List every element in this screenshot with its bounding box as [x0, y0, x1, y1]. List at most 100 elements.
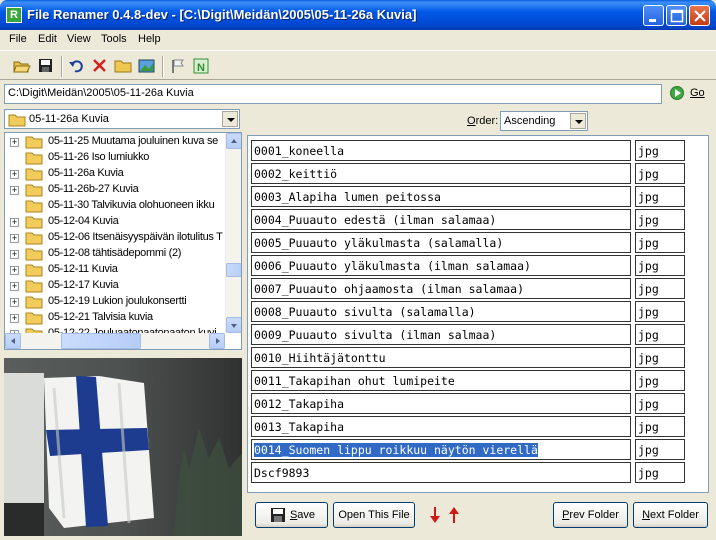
maximize-button[interactable] [666, 5, 687, 26]
file-extension-input[interactable]: jpg [635, 439, 685, 460]
menu-edit[interactable]: Edit [38, 33, 57, 45]
tree-item[interactable]: +05-12-17 Kuvia [5, 278, 227, 294]
tree-vertical-scrollbar[interactable] [225, 133, 241, 333]
tree-item[interactable]: +05-12-06 Itsenäisyyspäivän ilotulitus T [5, 230, 227, 246]
file-extension-input[interactable]: jpg [635, 393, 685, 414]
file-name-input[interactable]: 0013_Takapiha [251, 416, 631, 437]
file-name-input[interactable]: 0014_Suomen lippu roikkuu näytön vierell… [251, 439, 631, 460]
file-name-input[interactable]: 0003_Alapiha lumen peitossa [251, 186, 631, 207]
file-extension-input[interactable]: jpg [635, 301, 685, 322]
expand-icon[interactable]: + [10, 250, 19, 259]
scroll-down-button[interactable] [226, 317, 241, 333]
toolbar: N [0, 50, 716, 80]
file-name-input[interactable]: 0004_Puuauto edestä (ilman salamaa) [251, 209, 631, 230]
tree-item[interactable]: +05-12-11 Kuvia [5, 262, 227, 278]
tree-item[interactable]: +05-12-21 Talvisia kuvia [5, 310, 227, 326]
go-arrow-icon [670, 86, 684, 100]
open-this-file-button[interactable]: Open This File [333, 502, 415, 528]
title-bar[interactable]: R File Renamer 0.4.8-dev - [C:\Digit\Mei… [0, 0, 716, 30]
file-extension-input[interactable]: jpg [635, 255, 685, 276]
undo-icon[interactable] [67, 57, 87, 75]
delete-icon[interactable] [90, 57, 110, 75]
menu-help[interactable]: Help [138, 33, 161, 45]
file-extension-input[interactable]: jpg [635, 232, 685, 253]
file-name-input[interactable]: 0012_Takapiha [251, 393, 631, 414]
file-row: 0010_Hiihtäjätonttu jpg [251, 347, 685, 369]
move-up-arrow-icon[interactable] [447, 505, 461, 525]
tree-item[interactable]: +05-12-08 tähtisädepommi (2) [5, 246, 227, 262]
file-extension-input[interactable]: jpg [635, 324, 685, 345]
next-folder-button[interactable]: Next Folder [633, 502, 708, 528]
file-extension-input[interactable]: jpg [635, 209, 685, 230]
path-input[interactable]: C:\Digit\Meidän\2005\05-11-26a Kuvia [4, 84, 662, 104]
move-down-arrow-icon[interactable] [428, 505, 442, 525]
open-folder-icon[interactable] [12, 57, 32, 75]
scroll-right-button[interactable] [209, 333, 225, 349]
tree-item[interactable]: +05-12-19 Lukion joulukonsertti [5, 294, 227, 310]
prev-folder-button[interactable]: Prev Folder [553, 502, 628, 528]
scroll-up-button[interactable] [226, 133, 241, 149]
file-row: 0014_Suomen lippu roikkuu näytön vierell… [251, 439, 685, 461]
chevron-down-icon[interactable] [222, 111, 238, 127]
save-icon[interactable] [36, 57, 56, 75]
expand-icon[interactable]: + [10, 298, 19, 307]
file-extension-input[interactable]: jpg [635, 140, 685, 161]
file-name-input[interactable]: 0005_Puuauto yläkulmasta (salamalla) [251, 232, 631, 253]
tree-item[interactable]: +05-11-26a Kuvia [5, 166, 227, 182]
expand-icon[interactable]: + [10, 170, 19, 179]
folder-tree[interactable]: +05-11-25 Muutama jouluinen kuva se 05-11… [4, 132, 242, 350]
close-button[interactable] [689, 5, 710, 26]
folder-dropdown[interactable]: 05-11-26a Kuvia [4, 109, 240, 129]
tree-horizontal-scrollbar[interactable] [5, 333, 225, 349]
minimize-button[interactable] [643, 5, 664, 26]
expand-icon[interactable]: + [10, 186, 19, 195]
go-button[interactable]: Go [668, 84, 710, 104]
menu-file[interactable]: File [9, 33, 27, 45]
file-name-input[interactable]: 0009_Puuauto sivulta (ilman salmaa) [251, 324, 631, 345]
file-name-input[interactable]: 0006_Puuauto yläkulmasta (ilman salamaa) [251, 255, 631, 276]
folder-icon[interactable] [113, 57, 133, 75]
scroll-thumb[interactable] [226, 263, 241, 277]
tree-item-label: 05-12-11 Kuvia [48, 263, 118, 275]
tree-item[interactable]: +05-11-26b-27 Kuvia [5, 182, 227, 198]
menu-tools[interactable]: Tools [101, 33, 127, 45]
menu-view[interactable]: View [67, 33, 91, 45]
file-extension-input[interactable]: jpg [635, 347, 685, 368]
file-name-input[interactable]: 0011_Takapihan ohut lumipeite [251, 370, 631, 391]
n-icon[interactable]: N [191, 57, 211, 75]
file-name-input[interactable]: 0010_Hiihtäjätonttu [251, 347, 631, 368]
app-icon: R [6, 7, 22, 23]
file-extension-input[interactable]: jpg [635, 278, 685, 299]
order-label: Order: [467, 115, 499, 127]
file-extension-input[interactable]: jpg [635, 416, 685, 437]
expand-icon[interactable]: + [10, 234, 19, 243]
file-row: 0001_koneella jpg [251, 140, 685, 162]
file-name-input[interactable]: 0001_koneella [251, 140, 631, 161]
file-name-input[interactable]: 0002_keittiö [251, 163, 631, 184]
expand-icon[interactable]: + [10, 138, 19, 147]
file-extension-input[interactable]: jpg [635, 370, 685, 391]
order-select[interactable]: Ascending [500, 111, 588, 131]
tree-item[interactable]: 05-11-26 Iso lumiukko [5, 150, 227, 166]
chevron-down-icon[interactable] [570, 113, 586, 129]
file-extension-input[interactable]: jpg [635, 186, 685, 207]
scroll-thumb[interactable] [61, 333, 141, 349]
file-extension-input[interactable]: jpg [635, 163, 685, 184]
expand-icon[interactable]: + [10, 314, 19, 323]
expand-icon[interactable]: + [10, 266, 19, 275]
file-extension-input[interactable]: jpg [635, 462, 685, 483]
scroll-left-button[interactable] [5, 333, 21, 349]
expand-icon[interactable]: + [10, 282, 19, 291]
expand-icon[interactable]: + [10, 218, 19, 227]
image-icon[interactable] [137, 57, 157, 75]
file-name-input[interactable]: 0008_Puuauto sivulta (salamalla) [251, 301, 631, 322]
file-row: Dscf9893 jpg [251, 462, 685, 484]
tree-item-label: 05-11-26a Kuvia [48, 167, 124, 179]
tree-item[interactable]: +05-12-04 Kuvia [5, 214, 227, 230]
file-name-input[interactable]: Dscf9893 [251, 462, 631, 483]
save-button[interactable]: Save [255, 502, 328, 528]
tree-item[interactable]: 05-11-30 Talvikuvia olohuoneen ikku [5, 198, 227, 214]
flag-icon[interactable] [168, 57, 188, 75]
tree-item[interactable]: +05-11-25 Muutama jouluinen kuva se [5, 134, 227, 150]
file-name-input[interactable]: 0007_Puuauto ohjaamosta (ilman salamaa) [251, 278, 631, 299]
